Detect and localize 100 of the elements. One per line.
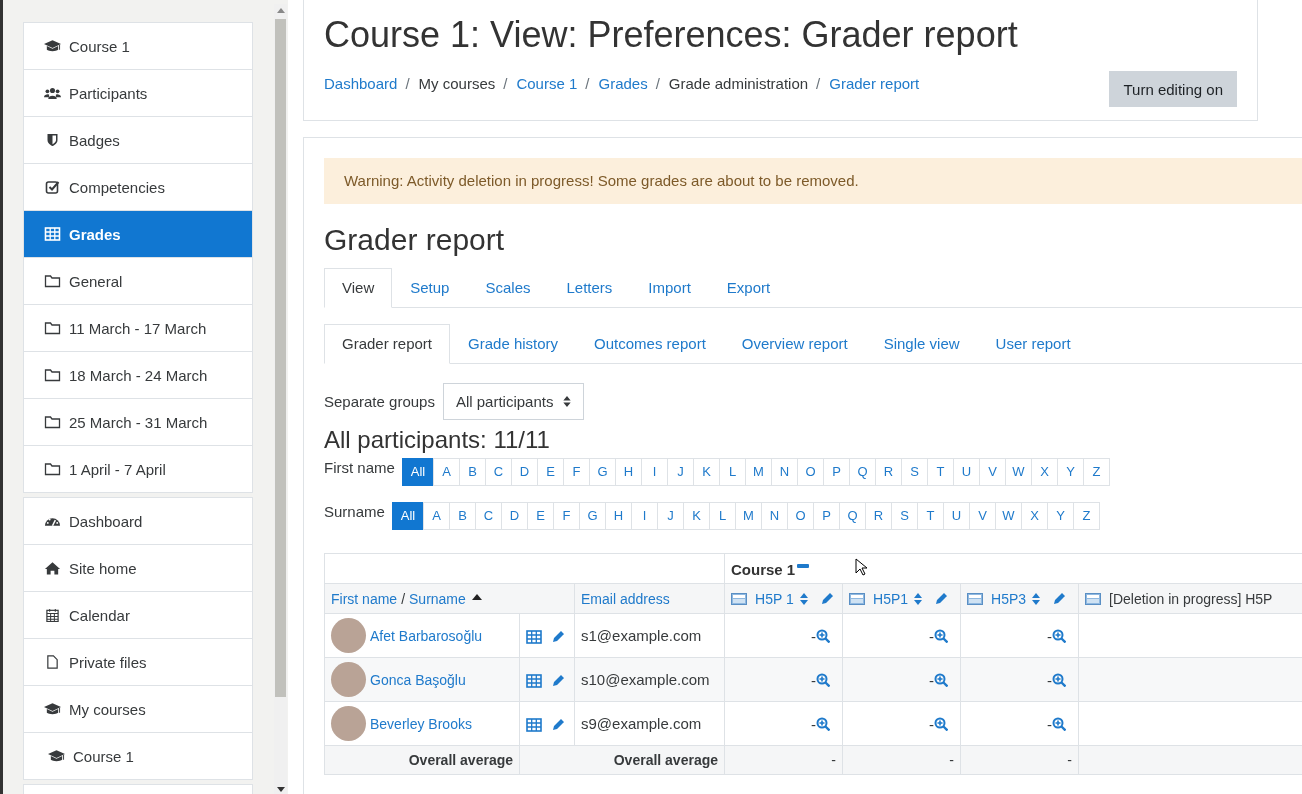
letter-filter[interactable]: M [745, 458, 772, 486]
letter-filter[interactable]: D [511, 458, 538, 486]
letter-filter[interactable]: Z [1073, 502, 1100, 530]
pencil-icon [819, 591, 834, 606]
letter-filter[interactable]: Z [1083, 458, 1110, 486]
breadcrumb-link[interactable]: Grader report [829, 75, 920, 92]
letter-filter[interactable]: F [563, 458, 590, 486]
sidebar-item[interactable]: Participants [24, 69, 252, 116]
letter-filter[interactable]: T [927, 458, 954, 486]
letter-filter[interactable]: P [813, 502, 840, 530]
letter-filter[interactable]: E [527, 502, 554, 530]
letter-filter[interactable]: A [423, 502, 450, 530]
tab[interactable]: Grader report [324, 324, 451, 364]
letter-filter[interactable]: B [449, 502, 476, 530]
folder-icon [44, 321, 61, 335]
letter-filter[interactable]: G [579, 502, 606, 530]
letter-filter[interactable]: K [683, 502, 710, 530]
tab[interactable]: Grade history [450, 324, 577, 364]
tab[interactable]: Outcomes report [576, 324, 724, 364]
sort-link[interactable]: Email address [581, 590, 670, 607]
letter-filter[interactable]: N [771, 458, 798, 486]
letter-filter[interactable]: N [761, 502, 788, 530]
breadcrumb-separator: / [655, 75, 660, 92]
column-link[interactable]: H5P 1 [755, 590, 794, 607]
letter-filter[interactable]: All [402, 458, 434, 486]
sidebar-item[interactable]: My courses [24, 685, 252, 732]
letter-filter[interactable]: Q [849, 458, 876, 486]
letter-filter[interactable]: C [485, 458, 512, 486]
tab[interactable]: View [324, 268, 393, 308]
tab[interactable]: Overview report [723, 324, 866, 364]
letter-filter[interactable]: B [459, 458, 486, 486]
tab[interactable]: User report [977, 324, 1089, 364]
letter-filter[interactable]: A [433, 458, 460, 486]
sidebar-item[interactable]: General [24, 257, 252, 304]
user-link[interactable]: Gonca Başoğlu [370, 671, 466, 688]
letter-filter[interactable]: K [693, 458, 720, 486]
tab[interactable]: Scales [467, 268, 549, 308]
letter-filter[interactable]: J [667, 458, 694, 486]
sidebar-item[interactable]: 18 March - 24 March [24, 351, 252, 398]
breadcrumb-link[interactable]: Grades [598, 75, 648, 92]
user-link[interactable]: Beverley Brooks [370, 715, 472, 732]
letter-filter[interactable]: H [615, 458, 642, 486]
sidebar-item[interactable]: Site home [24, 544, 252, 591]
sidebar-item[interactable]: 1 April - 7 April [24, 445, 252, 492]
letter-filter[interactable]: X [1031, 458, 1058, 486]
breadcrumb-link[interactable]: Course 1 [516, 75, 578, 92]
sidebar-item[interactable]: Course 1 [24, 23, 252, 69]
column-link[interactable]: H5P1 [873, 590, 909, 607]
letter-filter[interactable]: Q [839, 502, 866, 530]
letter-filter[interactable]: G [589, 458, 616, 486]
tab[interactable]: Letters [548, 268, 631, 308]
letter-filter[interactable]: R [875, 458, 902, 486]
letter-filter[interactable]: E [537, 458, 564, 486]
letter-filter[interactable]: T [917, 502, 944, 530]
letter-filter[interactable]: S [891, 502, 918, 530]
letter-filter[interactable]: V [979, 458, 1006, 486]
letter-filter[interactable]: R [865, 502, 892, 530]
letter-filter[interactable]: U [943, 502, 970, 530]
sidebar-item[interactable]: Course 1 [24, 732, 252, 779]
tab[interactable]: Single view [865, 324, 978, 364]
sidebar-item[interactable]: Grades [24, 210, 252, 257]
letter-filter[interactable]: V [969, 502, 996, 530]
letter-filter[interactable]: O [787, 502, 814, 530]
letter-filter[interactable]: L [719, 458, 746, 486]
sidebar-item[interactable]: 25 March - 31 March [24, 398, 252, 445]
letter-filter[interactable]: F [553, 502, 580, 530]
letter-filter[interactable]: W [1005, 458, 1032, 486]
letter-filter[interactable]: Y [1057, 458, 1084, 486]
folder-icon [44, 415, 61, 429]
sidebar-item[interactable]: Calendar [24, 591, 252, 638]
letter-filter[interactable]: D [501, 502, 528, 530]
user-link[interactable]: Afet Barbarosoğlu [370, 627, 483, 644]
tab[interactable]: Export [708, 268, 789, 308]
letter-filter[interactable]: All [392, 502, 424, 530]
letter-filter[interactable]: H [605, 502, 632, 530]
letter-filter[interactable]: Y [1047, 502, 1074, 530]
letter-filter[interactable]: O [797, 458, 824, 486]
groups-select[interactable]: All participants [442, 383, 585, 420]
letter-filter[interactable]: S [901, 458, 928, 486]
letter-filter[interactable]: M [735, 502, 762, 530]
sort-link[interactable]: First name [331, 590, 398, 607]
letter-filter[interactable]: L [709, 502, 736, 530]
sidebar-item[interactable]: Dashboard [24, 498, 252, 544]
sidebar-item[interactable]: Private files [24, 638, 252, 685]
letter-filter[interactable]: U [953, 458, 980, 486]
letter-filter[interactable]: P [823, 458, 850, 486]
column-link[interactable]: H5P3 [991, 590, 1027, 607]
tab[interactable]: Setup [392, 268, 468, 308]
sort-link[interactable]: Surname [409, 590, 466, 607]
letter-filter[interactable]: X [1021, 502, 1048, 530]
letter-filter[interactable]: C [475, 502, 502, 530]
sidebar-item[interactable]: Badges [24, 116, 252, 163]
tab[interactable]: Import [630, 268, 709, 308]
letter-filter[interactable]: W [995, 502, 1022, 530]
turn-editing-on-button[interactable]: Turn editing on [1109, 71, 1237, 107]
breadcrumb-link[interactable]: Dashboard [324, 75, 398, 92]
sidebar-item[interactable]: 11 March - 17 March [24, 304, 252, 351]
letter-filter[interactable]: I [631, 502, 658, 530]
letter-filter[interactable]: I [641, 458, 668, 486]
letter-filter[interactable]: J [657, 502, 684, 530]
